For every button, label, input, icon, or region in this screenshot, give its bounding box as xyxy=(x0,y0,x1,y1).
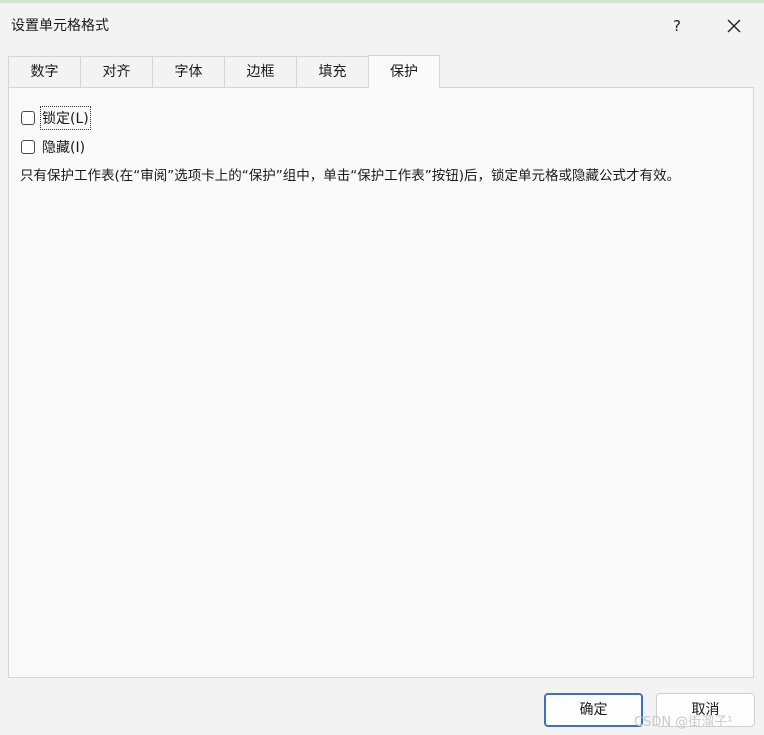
close-button[interactable] xyxy=(720,12,748,40)
locked-checkbox[interactable] xyxy=(21,111,35,125)
tab-border[interactable]: 边框 xyxy=(224,56,296,87)
title-bar: 设置单元格格式 ? xyxy=(0,3,764,47)
hidden-option[interactable]: 隐藏(I) xyxy=(21,136,86,158)
close-icon xyxy=(727,19,741,33)
help-button[interactable]: ? xyxy=(663,12,691,40)
locked-option[interactable]: 锁定(L) xyxy=(21,106,91,130)
hidden-label: 隐藏(I) xyxy=(42,140,86,156)
tab-alignment[interactable]: 对齐 xyxy=(80,56,152,87)
tab-protection[interactable]: 保护 xyxy=(368,55,440,88)
format-cells-dialog: 设置单元格格式 ? 数字 对齐 字体 边框 填充 保护 锁定(L) 隐藏(I) … xyxy=(0,0,764,735)
tab-number[interactable]: 数字 xyxy=(8,56,80,87)
protection-panel: 锁定(L) 隐藏(I) 只有保护工作表(在“审阅”选项卡上的“保护”组中，单击“… xyxy=(8,87,754,678)
tab-font[interactable]: 字体 xyxy=(152,56,224,87)
hidden-checkbox[interactable] xyxy=(21,140,35,154)
dialog-title: 设置单元格格式 xyxy=(11,18,109,34)
protection-description: 只有保护工作表(在“审阅”选项卡上的“保护”组中，单击“保护工作表”按钮)后，锁… xyxy=(20,168,680,184)
tab-strip: 数字 对齐 字体 边框 填充 保护 xyxy=(8,55,440,88)
ok-button[interactable]: 确定 xyxy=(544,693,643,727)
locked-label: 锁定(L) xyxy=(40,106,91,130)
tab-fill[interactable]: 填充 xyxy=(296,56,368,87)
cancel-button[interactable]: 取消 xyxy=(656,693,755,727)
